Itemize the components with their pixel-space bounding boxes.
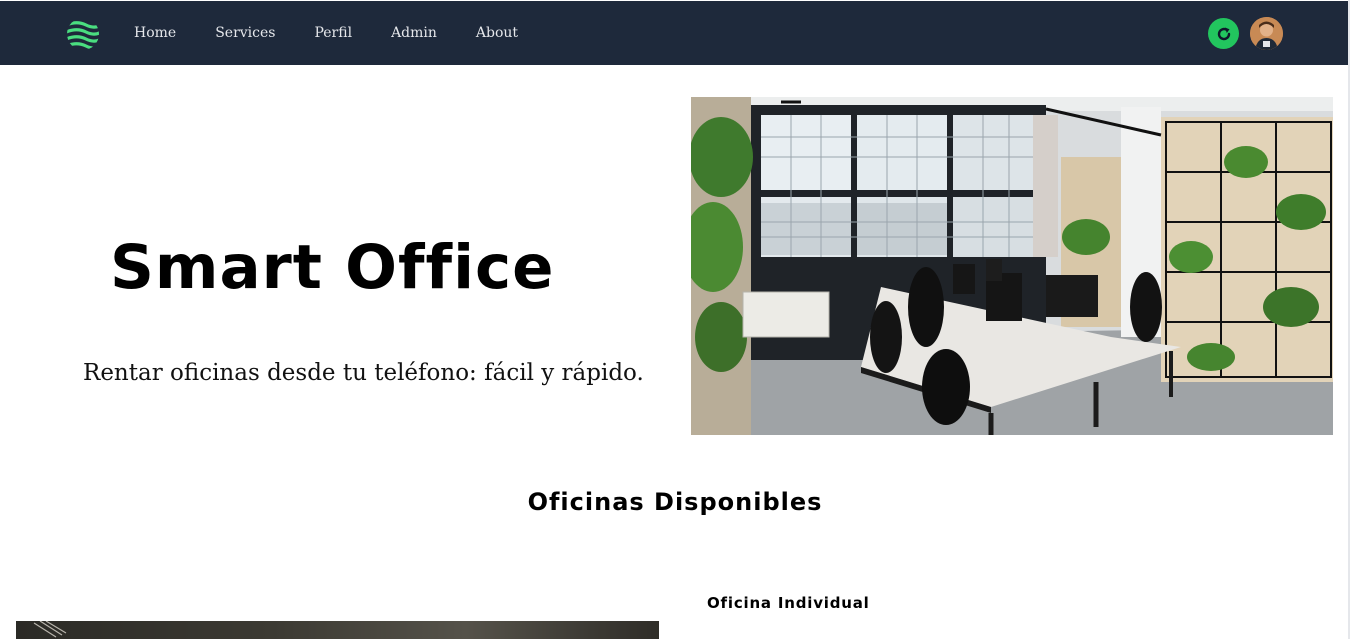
office-interior-photo	[691, 97, 1333, 435]
office-photo-illustration	[33, 621, 67, 638]
office-interior-illustration	[691, 97, 1333, 435]
refresh-button[interactable]	[1208, 18, 1239, 49]
refresh-icon	[1217, 27, 1230, 40]
nav-link-about[interactable]: About	[476, 25, 518, 41]
nav-link-admin[interactable]: Admin	[391, 25, 437, 41]
office-photo[interactable]	[16, 621, 659, 639]
nav-link-services[interactable]: Services	[215, 25, 275, 41]
avatar-image	[1250, 17, 1283, 50]
nav-links: Home Services Perfil Admin About	[134, 1, 557, 65]
nav-link-perfil[interactable]: Perfil	[314, 25, 352, 41]
user-avatar[interactable]	[1250, 17, 1283, 50]
hero-subtitle: Rentar oficinas desde tu teléfono: fácil…	[83, 360, 644, 386]
nav-link-home[interactable]: Home	[134, 25, 176, 41]
navbar: Home Services Perfil Admin About	[0, 1, 1348, 65]
section-title: Oficinas Disponibles	[527, 488, 823, 516]
office-card-title[interactable]: Oficina Individual	[707, 594, 870, 612]
hero-title: Smart Office	[110, 232, 555, 303]
striped-globe-icon[interactable]	[66, 17, 100, 51]
